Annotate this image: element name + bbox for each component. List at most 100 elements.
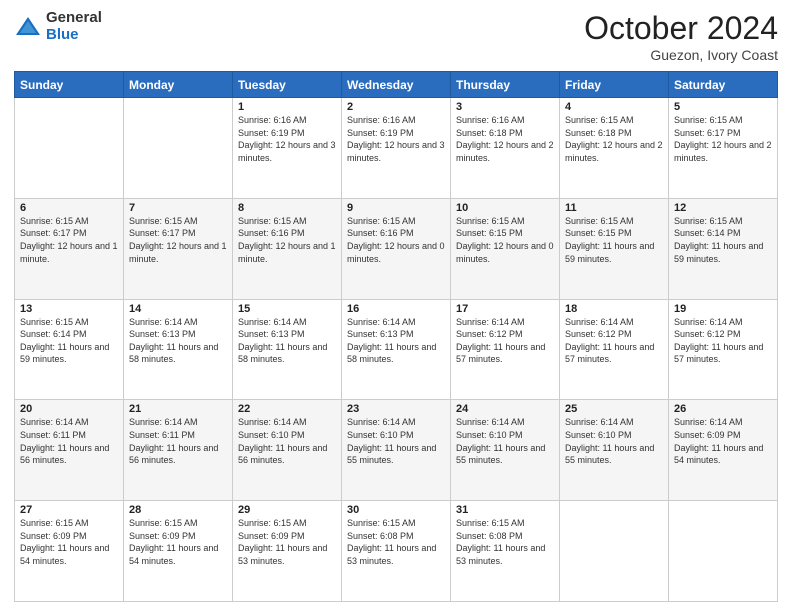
day-number: 5: [674, 101, 772, 113]
day-info: Sunrise: 6:14 AM Sunset: 6:09 PM Dayligh…: [674, 416, 772, 466]
day-cell: 10Sunrise: 6:15 AM Sunset: 6:15 PM Dayli…: [451, 198, 560, 299]
week-row-0: 1Sunrise: 6:16 AM Sunset: 6:19 PM Daylig…: [15, 98, 778, 199]
day-number: 20: [20, 403, 118, 415]
day-cell: 31Sunrise: 6:15 AM Sunset: 6:08 PM Dayli…: [451, 501, 560, 602]
day-cell: 5Sunrise: 6:15 AM Sunset: 6:17 PM Daylig…: [669, 98, 778, 199]
day-number: 12: [674, 202, 772, 214]
month-title: October 2024: [584, 10, 778, 47]
day-number: 31: [456, 504, 554, 516]
day-cell: 30Sunrise: 6:15 AM Sunset: 6:08 PM Dayli…: [342, 501, 451, 602]
day-info: Sunrise: 6:14 AM Sunset: 6:11 PM Dayligh…: [129, 416, 227, 466]
day-info: Sunrise: 6:15 AM Sunset: 6:09 PM Dayligh…: [20, 517, 118, 567]
day-number: 15: [238, 303, 336, 315]
weekday-header-wednesday: Wednesday: [342, 72, 451, 98]
day-info: Sunrise: 6:15 AM Sunset: 6:17 PM Dayligh…: [20, 215, 118, 265]
header: General Blue October 2024 Guezon, Ivory …: [14, 10, 778, 63]
day-cell: 22Sunrise: 6:14 AM Sunset: 6:10 PM Dayli…: [233, 400, 342, 501]
day-cell: 23Sunrise: 6:14 AM Sunset: 6:10 PM Dayli…: [342, 400, 451, 501]
day-number: 4: [565, 101, 663, 113]
day-number: 23: [347, 403, 445, 415]
weekday-header-tuesday: Tuesday: [233, 72, 342, 98]
day-info: Sunrise: 6:14 AM Sunset: 6:13 PM Dayligh…: [238, 316, 336, 366]
day-number: 9: [347, 202, 445, 214]
day-number: 18: [565, 303, 663, 315]
day-info: Sunrise: 6:14 AM Sunset: 6:10 PM Dayligh…: [565, 416, 663, 466]
day-number: 28: [129, 504, 227, 516]
day-info: Sunrise: 6:15 AM Sunset: 6:09 PM Dayligh…: [129, 517, 227, 567]
day-number: 3: [456, 101, 554, 113]
day-number: 29: [238, 504, 336, 516]
day-cell: 27Sunrise: 6:15 AM Sunset: 6:09 PM Dayli…: [15, 501, 124, 602]
day-number: 16: [347, 303, 445, 315]
day-cell: [669, 501, 778, 602]
weekday-header-saturday: Saturday: [669, 72, 778, 98]
day-cell: 14Sunrise: 6:14 AM Sunset: 6:13 PM Dayli…: [124, 299, 233, 400]
day-info: Sunrise: 6:14 AM Sunset: 6:11 PM Dayligh…: [20, 416, 118, 466]
weekday-header-friday: Friday: [560, 72, 669, 98]
day-cell: [15, 98, 124, 199]
day-info: Sunrise: 6:15 AM Sunset: 6:18 PM Dayligh…: [565, 114, 663, 164]
day-number: 2: [347, 101, 445, 113]
day-info: Sunrise: 6:14 AM Sunset: 6:12 PM Dayligh…: [565, 316, 663, 366]
day-info: Sunrise: 6:15 AM Sunset: 6:09 PM Dayligh…: [238, 517, 336, 567]
day-info: Sunrise: 6:16 AM Sunset: 6:19 PM Dayligh…: [347, 114, 445, 164]
day-number: 6: [20, 202, 118, 214]
day-info: Sunrise: 6:15 AM Sunset: 6:14 PM Dayligh…: [674, 215, 772, 265]
day-number: 14: [129, 303, 227, 315]
day-info: Sunrise: 6:16 AM Sunset: 6:19 PM Dayligh…: [238, 114, 336, 164]
week-row-3: 20Sunrise: 6:14 AM Sunset: 6:11 PM Dayli…: [15, 400, 778, 501]
day-cell: 11Sunrise: 6:15 AM Sunset: 6:15 PM Dayli…: [560, 198, 669, 299]
logo: General Blue: [14, 10, 102, 43]
day-cell: 21Sunrise: 6:14 AM Sunset: 6:11 PM Dayli…: [124, 400, 233, 501]
day-number: 27: [20, 504, 118, 516]
day-info: Sunrise: 6:15 AM Sunset: 6:15 PM Dayligh…: [565, 215, 663, 265]
day-info: Sunrise: 6:15 AM Sunset: 6:17 PM Dayligh…: [674, 114, 772, 164]
day-cell: 6Sunrise: 6:15 AM Sunset: 6:17 PM Daylig…: [15, 198, 124, 299]
day-cell: 7Sunrise: 6:15 AM Sunset: 6:17 PM Daylig…: [124, 198, 233, 299]
logo-general-text: General: [46, 10, 102, 27]
day-cell: 4Sunrise: 6:15 AM Sunset: 6:18 PM Daylig…: [560, 98, 669, 199]
day-number: 17: [456, 303, 554, 315]
day-cell: [124, 98, 233, 199]
day-cell: 2Sunrise: 6:16 AM Sunset: 6:19 PM Daylig…: [342, 98, 451, 199]
day-number: 7: [129, 202, 227, 214]
day-number: 24: [456, 403, 554, 415]
day-cell: 13Sunrise: 6:15 AM Sunset: 6:14 PM Dayli…: [15, 299, 124, 400]
weekday-header-thursday: Thursday: [451, 72, 560, 98]
weekday-header-monday: Monday: [124, 72, 233, 98]
day-cell: 26Sunrise: 6:14 AM Sunset: 6:09 PM Dayli…: [669, 400, 778, 501]
day-info: Sunrise: 6:14 AM Sunset: 6:13 PM Dayligh…: [129, 316, 227, 366]
day-cell: 18Sunrise: 6:14 AM Sunset: 6:12 PM Dayli…: [560, 299, 669, 400]
day-cell: 8Sunrise: 6:15 AM Sunset: 6:16 PM Daylig…: [233, 198, 342, 299]
day-cell: 12Sunrise: 6:15 AM Sunset: 6:14 PM Dayli…: [669, 198, 778, 299]
day-info: Sunrise: 6:15 AM Sunset: 6:08 PM Dayligh…: [347, 517, 445, 567]
day-cell: 29Sunrise: 6:15 AM Sunset: 6:09 PM Dayli…: [233, 501, 342, 602]
day-info: Sunrise: 6:15 AM Sunset: 6:15 PM Dayligh…: [456, 215, 554, 265]
day-cell: 9Sunrise: 6:15 AM Sunset: 6:16 PM Daylig…: [342, 198, 451, 299]
day-info: Sunrise: 6:15 AM Sunset: 6:08 PM Dayligh…: [456, 517, 554, 567]
logo-text: General Blue: [46, 10, 102, 43]
day-info: Sunrise: 6:14 AM Sunset: 6:12 PM Dayligh…: [674, 316, 772, 366]
weekday-header-sunday: Sunday: [15, 72, 124, 98]
day-cell: [560, 501, 669, 602]
day-info: Sunrise: 6:15 AM Sunset: 6:14 PM Dayligh…: [20, 316, 118, 366]
day-info: Sunrise: 6:15 AM Sunset: 6:17 PM Dayligh…: [129, 215, 227, 265]
weekday-header-row: SundayMondayTuesdayWednesdayThursdayFrid…: [15, 72, 778, 98]
day-info: Sunrise: 6:14 AM Sunset: 6:10 PM Dayligh…: [238, 416, 336, 466]
day-number: 22: [238, 403, 336, 415]
day-cell: 20Sunrise: 6:14 AM Sunset: 6:11 PM Dayli…: [15, 400, 124, 501]
week-row-2: 13Sunrise: 6:15 AM Sunset: 6:14 PM Dayli…: [15, 299, 778, 400]
day-info: Sunrise: 6:14 AM Sunset: 6:10 PM Dayligh…: [347, 416, 445, 466]
day-info: Sunrise: 6:15 AM Sunset: 6:16 PM Dayligh…: [347, 215, 445, 265]
day-info: Sunrise: 6:15 AM Sunset: 6:16 PM Dayligh…: [238, 215, 336, 265]
day-info: Sunrise: 6:14 AM Sunset: 6:13 PM Dayligh…: [347, 316, 445, 366]
day-info: Sunrise: 6:14 AM Sunset: 6:10 PM Dayligh…: [456, 416, 554, 466]
calendar-table: SundayMondayTuesdayWednesdayThursdayFrid…: [14, 71, 778, 602]
day-cell: 1Sunrise: 6:16 AM Sunset: 6:19 PM Daylig…: [233, 98, 342, 199]
day-number: 19: [674, 303, 772, 315]
day-cell: 25Sunrise: 6:14 AM Sunset: 6:10 PM Dayli…: [560, 400, 669, 501]
week-row-4: 27Sunrise: 6:15 AM Sunset: 6:09 PM Dayli…: [15, 501, 778, 602]
day-cell: 17Sunrise: 6:14 AM Sunset: 6:12 PM Dayli…: [451, 299, 560, 400]
day-info: Sunrise: 6:16 AM Sunset: 6:18 PM Dayligh…: [456, 114, 554, 164]
logo-blue-text: Blue: [46, 27, 102, 44]
